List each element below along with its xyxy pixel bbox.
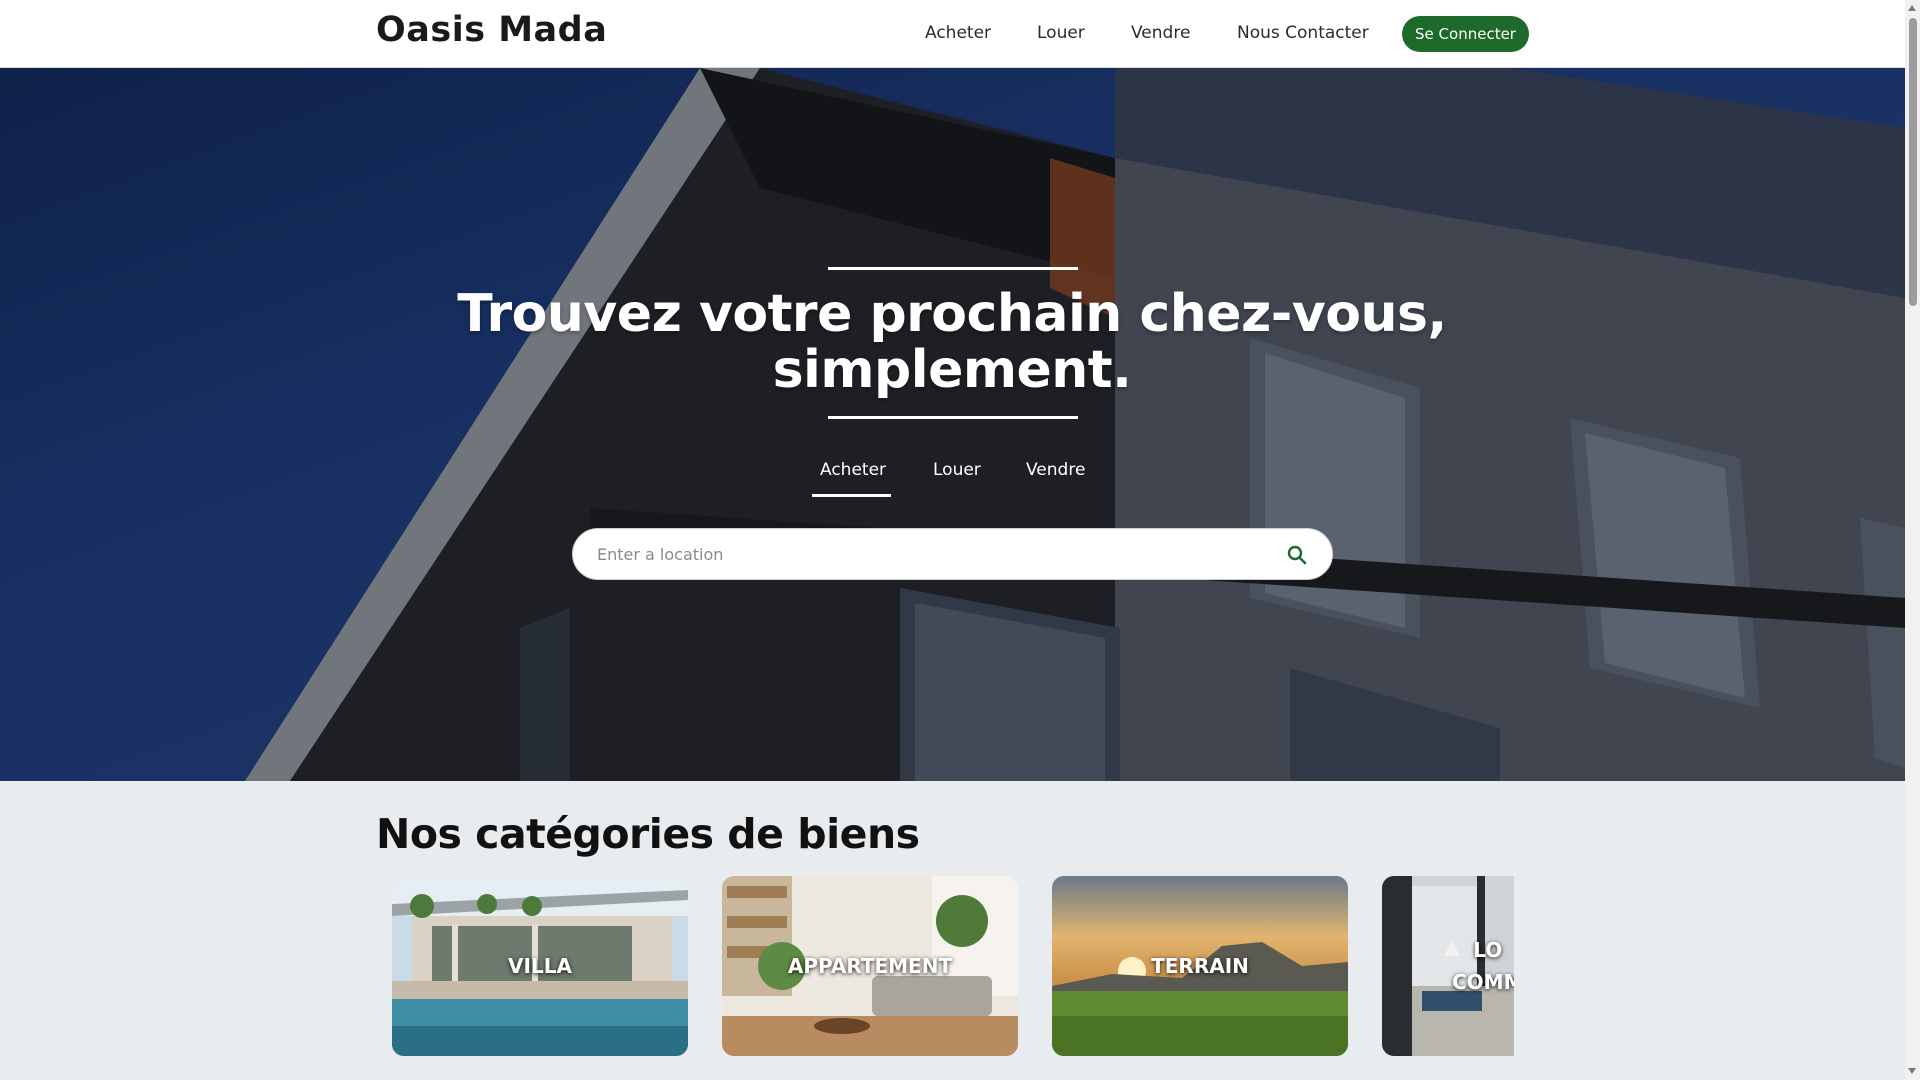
categories-title: Nos catégories de biens [376, 810, 920, 858]
hero-rule-top [828, 267, 1078, 270]
top-navbar: Oasis Mada Acheter Louer Vendre Nous Con… [0, 0, 1905, 68]
hero-tab-louer[interactable]: Louer [933, 460, 981, 480]
nav-link-acheter[interactable]: Acheter [925, 23, 991, 43]
hero-banner: Trouvez votre prochain chez-vous, simple… [0, 68, 1905, 781]
hero-title: Trouvez votre prochain chez-vous, simple… [452, 286, 1452, 398]
categories-carousel: VILLA APPARTEMENT TERRAIN LO COMM [392, 876, 1514, 1056]
category-label-line2: COMM [1452, 970, 1514, 994]
active-tab-indicator [812, 494, 891, 497]
hero-rule-bottom [828, 416, 1078, 419]
login-button[interactable]: Se Connecter [1402, 16, 1529, 52]
scroll-down-arrow-icon[interactable] [1908, 1068, 1916, 1074]
hero-title-line1: Trouvez votre prochain chez-vous, [457, 284, 1447, 344]
hero-title-line2: simplement. [772, 340, 1132, 400]
category-label-appartement: APPARTEMENT [787, 954, 953, 978]
scrollbar-thumb[interactable] [1909, 18, 1917, 306]
site-logo[interactable]: Oasis Mada [376, 10, 607, 50]
scroll-up-arrow-icon[interactable] [1908, 5, 1916, 11]
search-icon[interactable] [1285, 543, 1309, 567]
category-card-local-commercial[interactable]: LO COMM [1382, 876, 1514, 1056]
location-search-input[interactable] [597, 529, 1257, 579]
page-scrollbar[interactable] [1905, 0, 1920, 1080]
nav-link-contact[interactable]: Nous Contacter [1237, 23, 1369, 43]
hero-overlay [0, 68, 1905, 781]
category-label-line1: LO [1473, 938, 1503, 962]
category-label-villa: VILLA [508, 954, 572, 978]
category-card-villa[interactable]: VILLA [392, 876, 688, 1056]
category-card-appartement[interactable]: APPARTEMENT [722, 876, 1018, 1056]
nav-link-vendre[interactable]: Vendre [1131, 23, 1190, 43]
location-search-bar [572, 528, 1333, 580]
hero-tab-vendre[interactable]: Vendre [1026, 460, 1085, 480]
nav-link-louer[interactable]: Louer [1037, 23, 1085, 43]
category-card-terrain[interactable]: TERRAIN [1052, 876, 1348, 1056]
hero-tab-acheter[interactable]: Acheter [820, 460, 886, 480]
category-label-local-commercial: LO COMM [1382, 876, 1514, 1056]
category-label-terrain: TERRAIN [1151, 954, 1249, 978]
